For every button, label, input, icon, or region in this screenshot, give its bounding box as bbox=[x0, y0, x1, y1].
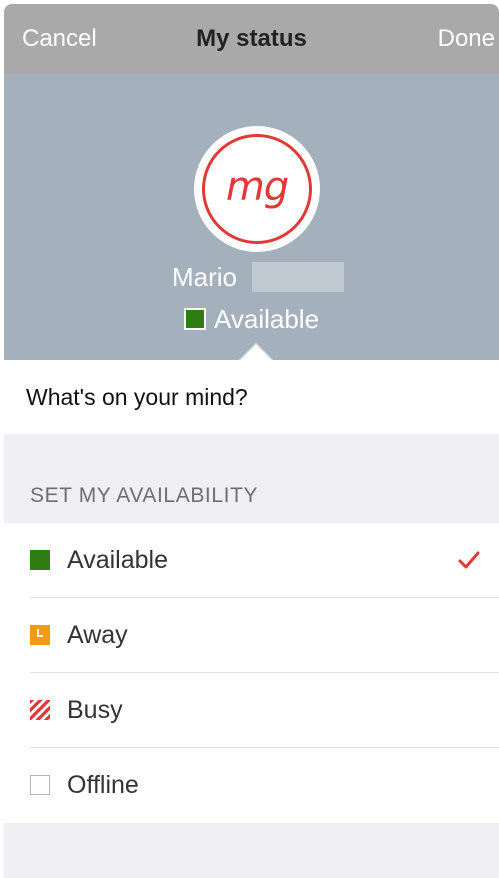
redacted-surname bbox=[252, 262, 344, 292]
current-status: Available bbox=[184, 302, 319, 336]
option-label: Busy bbox=[67, 696, 123, 724]
profile-header: mg Mario Available bbox=[4, 74, 499, 377]
offline-square-icon bbox=[30, 775, 50, 795]
navigation-bar: Cancel My status Done bbox=[4, 4, 499, 74]
current-status-label: Available bbox=[214, 303, 320, 334]
avatar-ring: mg bbox=[202, 134, 312, 244]
availability-option-busy[interactable]: Busy bbox=[4, 673, 499, 748]
user-name: Mario bbox=[172, 262, 238, 292]
busy-striped-icon bbox=[30, 700, 50, 720]
availability-option-available[interactable]: Available bbox=[4, 523, 499, 598]
avatar[interactable]: mg bbox=[194, 126, 320, 252]
availability-option-away[interactable]: Away bbox=[4, 598, 499, 673]
away-clock-icon bbox=[30, 625, 50, 645]
available-square-icon bbox=[30, 550, 50, 570]
checkmark-icon bbox=[458, 551, 480, 569]
option-label: Available bbox=[67, 546, 169, 574]
availability-section-title: SET MY AVAILABILITY bbox=[30, 484, 259, 507]
available-status-icon bbox=[184, 308, 206, 330]
option-label: Offline bbox=[67, 771, 139, 799]
avatar-initials: mg bbox=[225, 164, 289, 210]
option-label: Away bbox=[67, 621, 128, 649]
whats-on-your-mind-input[interactable] bbox=[26, 380, 486, 414]
cancel-button[interactable]: Cancel bbox=[22, 24, 97, 54]
mind-field-container bbox=[4, 360, 499, 434]
availability-list: Available Away Busy Offline bbox=[4, 523, 499, 823]
availability-option-offline[interactable]: Offline bbox=[4, 748, 499, 823]
done-button[interactable]: Done bbox=[438, 24, 495, 54]
status-screen: Cancel My status Done mg Mario Available… bbox=[4, 4, 499, 878]
